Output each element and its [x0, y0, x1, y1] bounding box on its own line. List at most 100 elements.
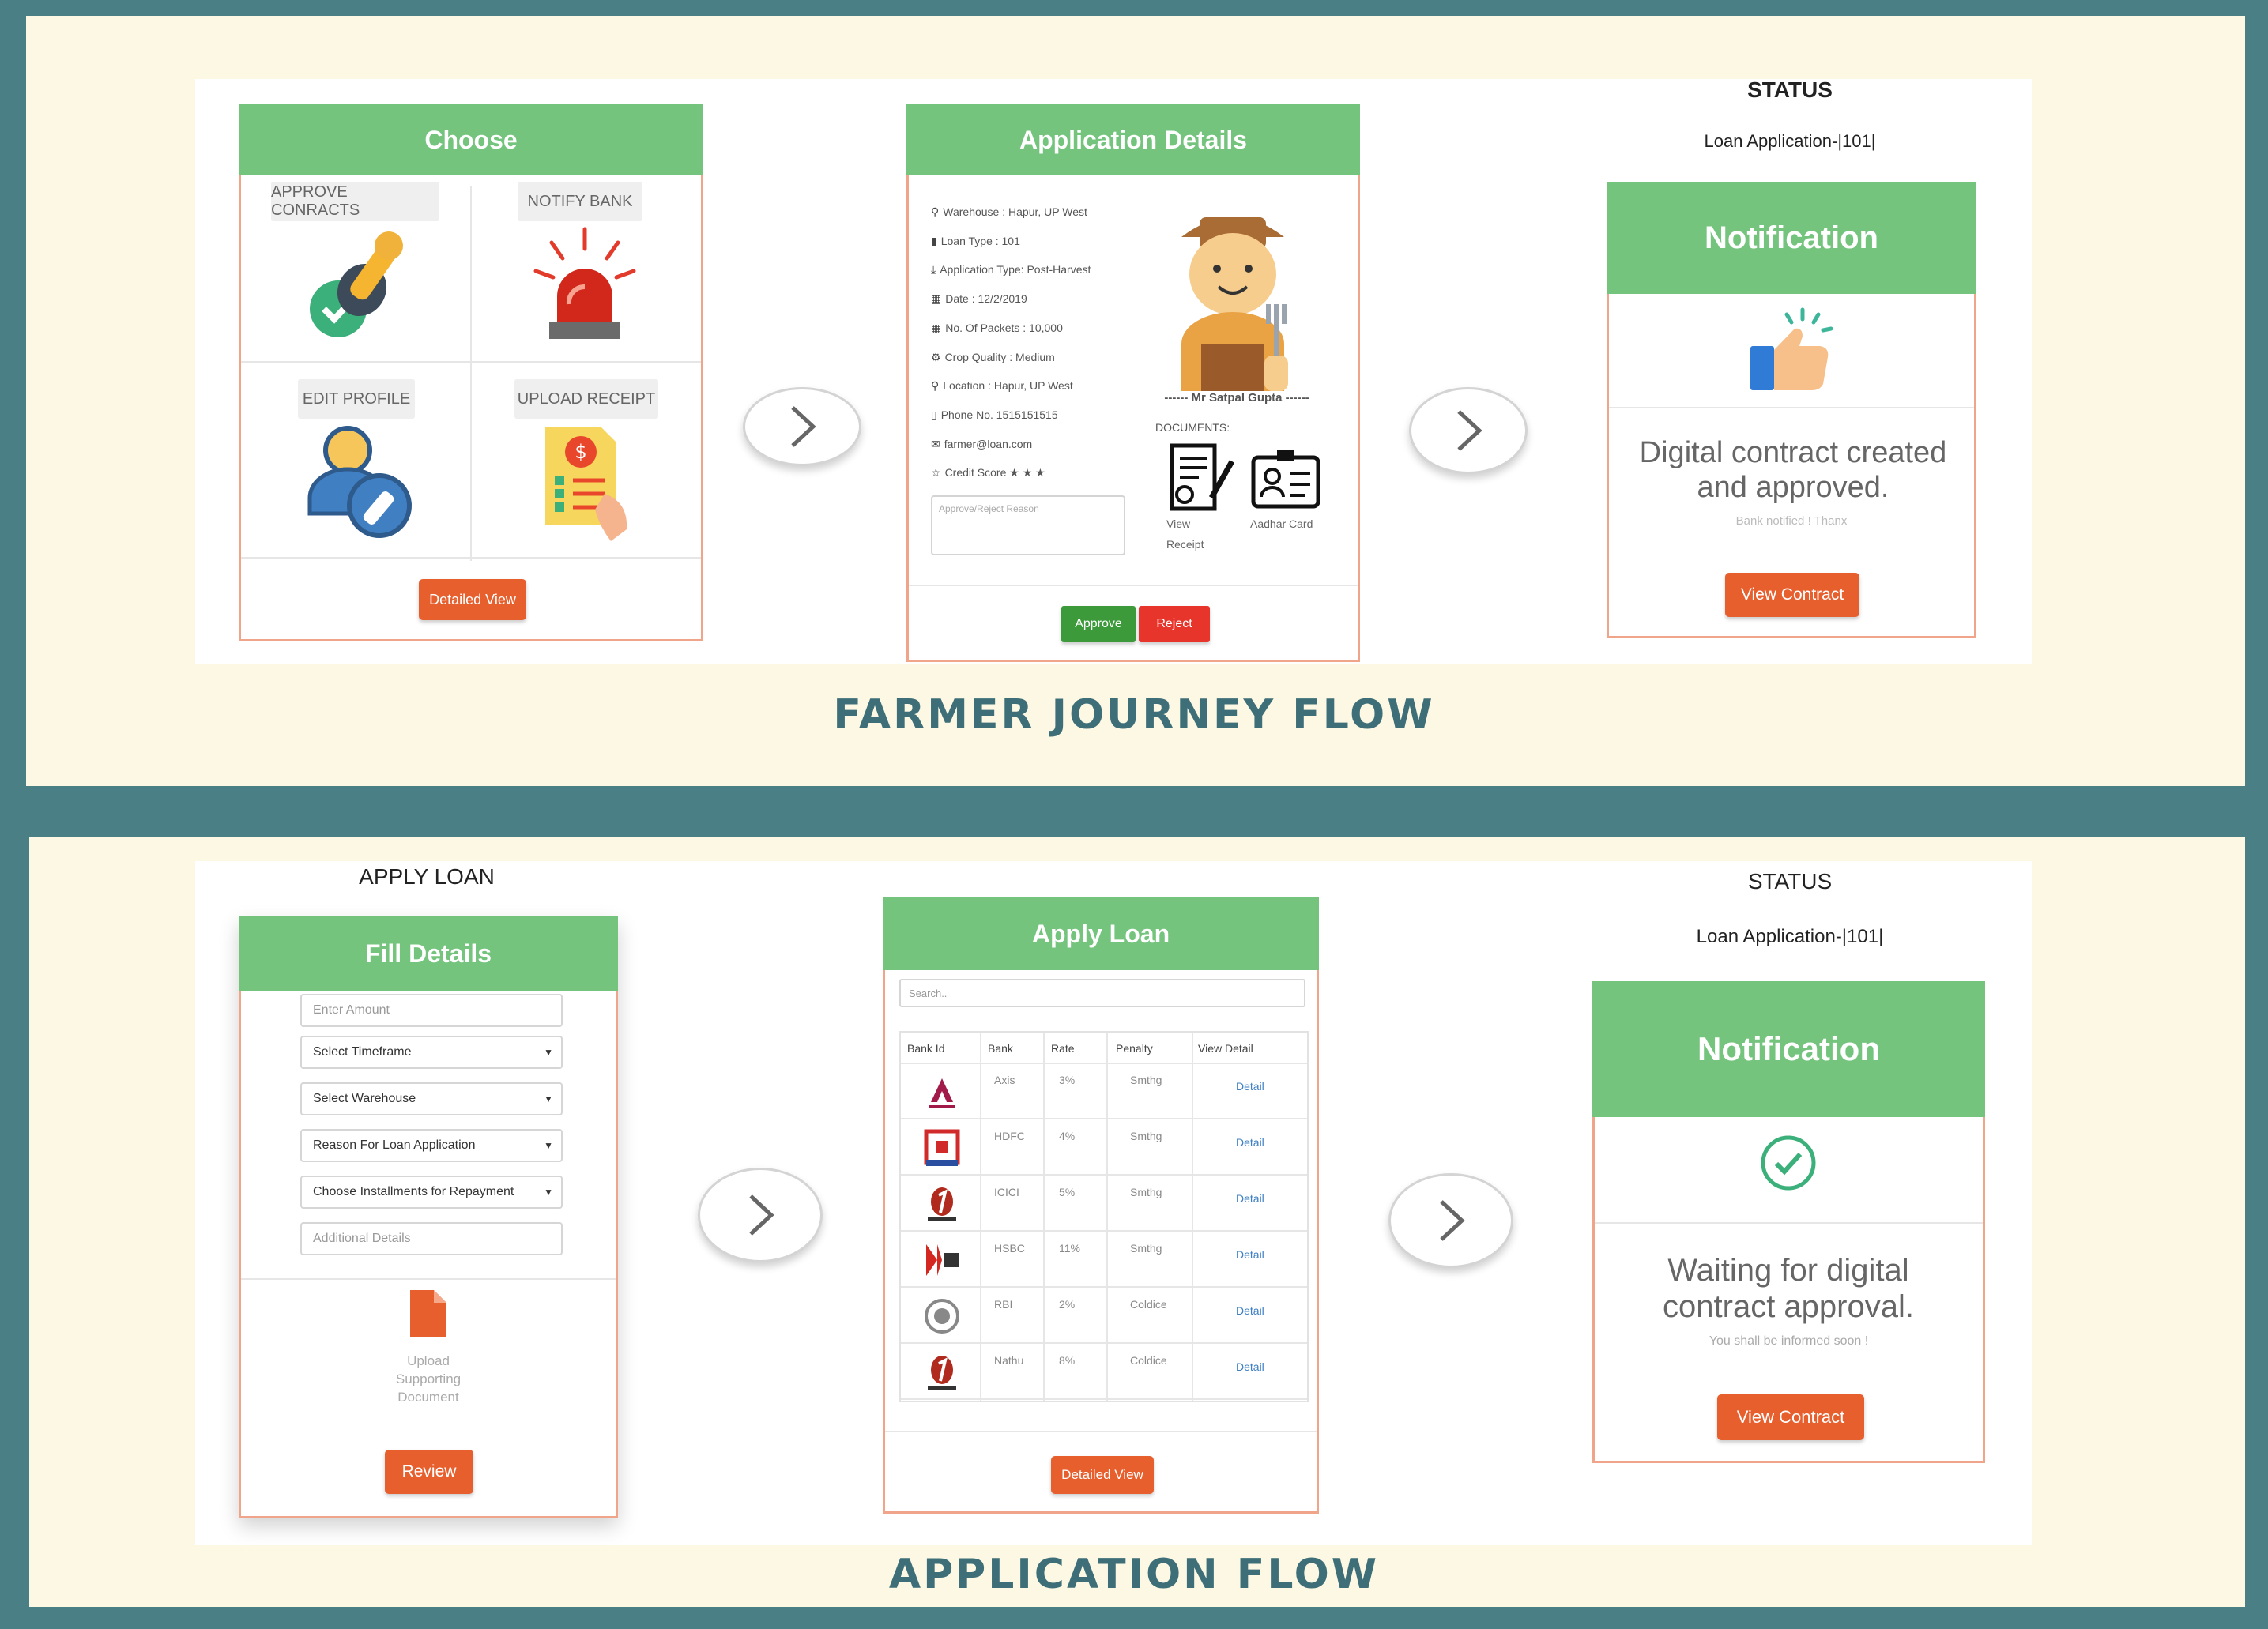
fill-details-card: Fill Details Enter Amount Select Timefra…: [239, 916, 618, 1518]
installments-select[interactable]: Choose Installments for Repayment ▼: [300, 1176, 563, 1209]
detail-row: ▮ Loan Type : 101: [931, 235, 1020, 248]
upload-receipt-tile[interactable]: UPLOAD RECEIPT: [514, 379, 658, 419]
notification-message: Digital contract created and approved.: [1639, 436, 1947, 504]
notify-bank-tile[interactable]: NOTIFY BANK: [518, 182, 642, 221]
gear-icon: ⚙: [931, 350, 941, 363]
bank-detail-link[interactable]: Detail: [1236, 1304, 1264, 1317]
thumbs-up-icon: [1750, 307, 1833, 390]
download-icon: ⤓: [931, 263, 936, 277]
notification-header: Notification: [1607, 182, 1976, 294]
farmer-name: ------ Mr Satpal Gupta ------: [1164, 391, 1309, 404]
warehouse-select[interactable]: Select Warehouse ▼: [300, 1082, 563, 1115]
bank-detail-link[interactable]: Detail: [1236, 1192, 1264, 1205]
upload-label-line2: Supporting: [395, 1371, 462, 1386]
edit-profile-icon: [307, 426, 412, 538]
detail-row: ⚲ Location : Hapur, UP West: [931, 379, 1073, 393]
table-cell-rate: 3%: [1059, 1074, 1076, 1086]
view-receipt-link-line2[interactable]: Receipt: [1166, 538, 1204, 551]
apply-loan-title: APPLY LOAN: [359, 864, 495, 889]
amount-input[interactable]: Enter Amount: [300, 994, 563, 1027]
table-header-cell: View Detail: [1198, 1042, 1253, 1055]
table-cell-bank: RBI: [994, 1298, 1013, 1311]
apply-detailed-view-button[interactable]: Detailed View: [1051, 1456, 1154, 1494]
svg-text:$: $: [575, 441, 586, 463]
table-cell-penalty: Smthg: [1130, 1074, 1162, 1086]
additional-details-input[interactable]: Additional Details: [300, 1222, 563, 1255]
application-details-header: Application Details: [906, 104, 1360, 175]
detail-text: Warehouse : Hapur, UP West: [943, 205, 1087, 218]
view-receipt-link-line1[interactable]: View: [1166, 517, 1190, 530]
bank-table: Bank Id Bank Rate Penalty View Detail Axis 3% S…: [899, 1031, 1309, 1402]
bank-detail-link[interactable]: Detail: [1236, 1080, 1264, 1093]
aadhar-card-label[interactable]: Aadhar Card: [1250, 517, 1313, 530]
table-cell-penalty: Smthg: [1130, 1242, 1162, 1255]
detail-row: ▯ Phone No. 1515151515: [931, 408, 1058, 422]
approve-button[interactable]: Approve: [1061, 606, 1136, 642]
detail-row: ⚲ Warehouse : Hapur, UP West: [931, 205, 1087, 219]
farmer-journey-flow-title: FARMER JOURNEY FLOW: [833, 691, 1435, 739]
axis-logo: [929, 1078, 955, 1108]
next-arrow-button-4[interactable]: [1388, 1173, 1513, 1268]
caret-down-icon: ▼: [544, 1093, 553, 1104]
bank-search-input[interactable]: Search..: [899, 979, 1305, 1007]
detail-row: ☆ Credit Score ★ ★ ★: [931, 466, 1045, 480]
review-button[interactable]: Review: [385, 1450, 473, 1494]
view-contract-button[interactable]: View Contract: [1725, 573, 1859, 617]
apply-loan-header: Apply Loan: [883, 897, 1319, 970]
timeframe-select[interactable]: Select Timeframe ▼: [300, 1036, 563, 1069]
table-header-cell: Penalty: [1116, 1042, 1153, 1055]
table-cell-bank: Nathu: [994, 1354, 1024, 1367]
table-cell-penalty: Coldice: [1130, 1354, 1167, 1367]
table-cell-rate: 11%: [1059, 1242, 1080, 1255]
calendar-icon: ▦: [931, 292, 942, 306]
siren-icon: [533, 227, 636, 339]
envelope-icon: ✉: [931, 437, 940, 450]
detail-row: ▦ No. Of Packets : 10,000: [931, 322, 1063, 335]
choose-card: Choose APPROVE CONRACTS NOTIFY BANK EDIT…: [239, 104, 703, 641]
table-header-cell: Bank Id: [907, 1042, 945, 1055]
detail-text: No. Of Packets : 10,000: [945, 321, 1063, 334]
next-arrow-button[interactable]: [743, 387, 861, 466]
table-header-cell: Bank: [988, 1042, 1013, 1055]
approve-contracts-tile[interactable]: APPROVE CONRACTS: [271, 182, 439, 221]
table-cell-bank: HDFC: [994, 1130, 1025, 1142]
chevron-right-icon: [791, 406, 816, 447]
check-circle-icon: [1761, 1135, 1816, 1191]
status-title: STATUS: [1747, 77, 1833, 102]
status-title-2: STATUS: [1747, 869, 1833, 894]
next-arrow-button-2[interactable]: [1409, 387, 1528, 474]
contract-document-icon[interactable]: [1166, 442, 1237, 514]
reject-button[interactable]: Reject: [1139, 606, 1210, 642]
notification-message-2: Waiting for digital contract approval.: [1663, 1253, 1914, 1324]
upload-document-icon[interactable]: [409, 1289, 448, 1339]
detail-text: Loan Type : 101: [940, 234, 1020, 247]
detail-text: Date : 12/2/2019: [945, 292, 1027, 306]
hsbc-logo: [926, 1244, 959, 1276]
reason-select[interactable]: Reason For Loan Application ▼: [300, 1129, 563, 1162]
icici-logo: [928, 1356, 956, 1390]
grid-icon: ▦: [931, 321, 942, 334]
aadhar-card-icon[interactable]: [1250, 448, 1321, 511]
bookmark-icon: ▮: [931, 234, 937, 247]
edit-profile-tile[interactable]: EDIT PROFILE: [298, 379, 415, 419]
caret-down-icon: ▼: [544, 1187, 553, 1198]
bank-detail-link[interactable]: Detail: [1236, 1248, 1264, 1261]
star-icon: ☆: [931, 466, 941, 480]
map-marker-icon: ⚲: [931, 379, 940, 393]
icici-logo: [928, 1187, 956, 1221]
view-contract-button-2[interactable]: View Contract: [1717, 1394, 1864, 1440]
table-header-cell: Rate: [1051, 1042, 1075, 1055]
reason-textarea[interactable]: Approve/Reject Reason: [931, 495, 1125, 555]
bank-detail-link[interactable]: Detail: [1236, 1136, 1264, 1149]
detail-row: ✉ farmer@loan.com: [931, 438, 1032, 451]
next-arrow-button-3[interactable]: [698, 1168, 823, 1262]
bank-detail-link[interactable]: Detail: [1236, 1360, 1264, 1373]
table-cell-rate: 4%: [1059, 1130, 1076, 1142]
apply-loan-card: Apply Loan Search.. Bank Id Bank Rate Penal…: [883, 897, 1319, 1514]
table-cell-penalty: Smthg: [1130, 1186, 1162, 1198]
choose-detailed-view-button[interactable]: Detailed View: [419, 579, 526, 620]
upload-label-line3: Document: [397, 1390, 459, 1405]
stamp-approve-icon: [310, 231, 403, 337]
map-marker-icon: ⚲: [931, 205, 940, 218]
notification-submessage: Bank notified ! Thanx: [1735, 514, 1848, 528]
